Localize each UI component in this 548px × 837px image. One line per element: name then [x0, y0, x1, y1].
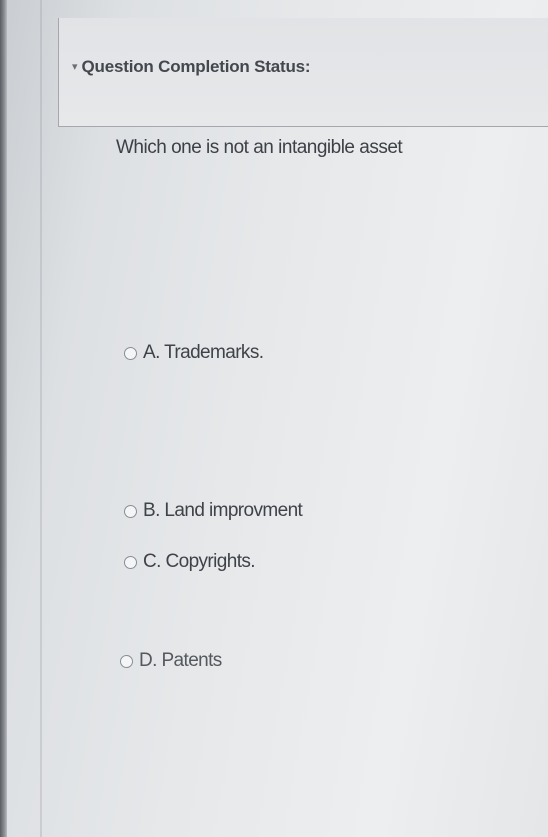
radio-button-a[interactable] [124, 346, 137, 360]
screen-bezel [0, 0, 7, 837]
answer-option-a[interactable]: A. Trademarks. [124, 342, 264, 364]
completion-status-label: Question Completion Status: [81, 57, 311, 76]
expand-toggle-icon[interactable]: ▾ [72, 61, 78, 73]
answer-label-d: D. Patents [139, 650, 222, 671]
answer-label-a: A. Trademarks. [143, 342, 264, 363]
answer-label-b: B. Land improvment [143, 500, 303, 521]
radio-button-b[interactable] [124, 504, 137, 518]
completion-status-header[interactable]: ▾ Question Completion Status: [72, 57, 311, 77]
radio-button-c[interactable] [124, 555, 137, 569]
page-margin-line [40, 0, 42, 837]
answer-option-c[interactable]: C. Copyrights. [124, 551, 256, 573]
answer-option-d[interactable]: D. Patents [120, 650, 222, 672]
question-text: Which one is not an intangible asset [116, 137, 403, 158]
answer-label-c: C. Copyrights. [143, 551, 256, 572]
radio-button-d[interactable] [120, 654, 133, 668]
answer-option-b[interactable]: B. Land improvment [124, 500, 303, 522]
